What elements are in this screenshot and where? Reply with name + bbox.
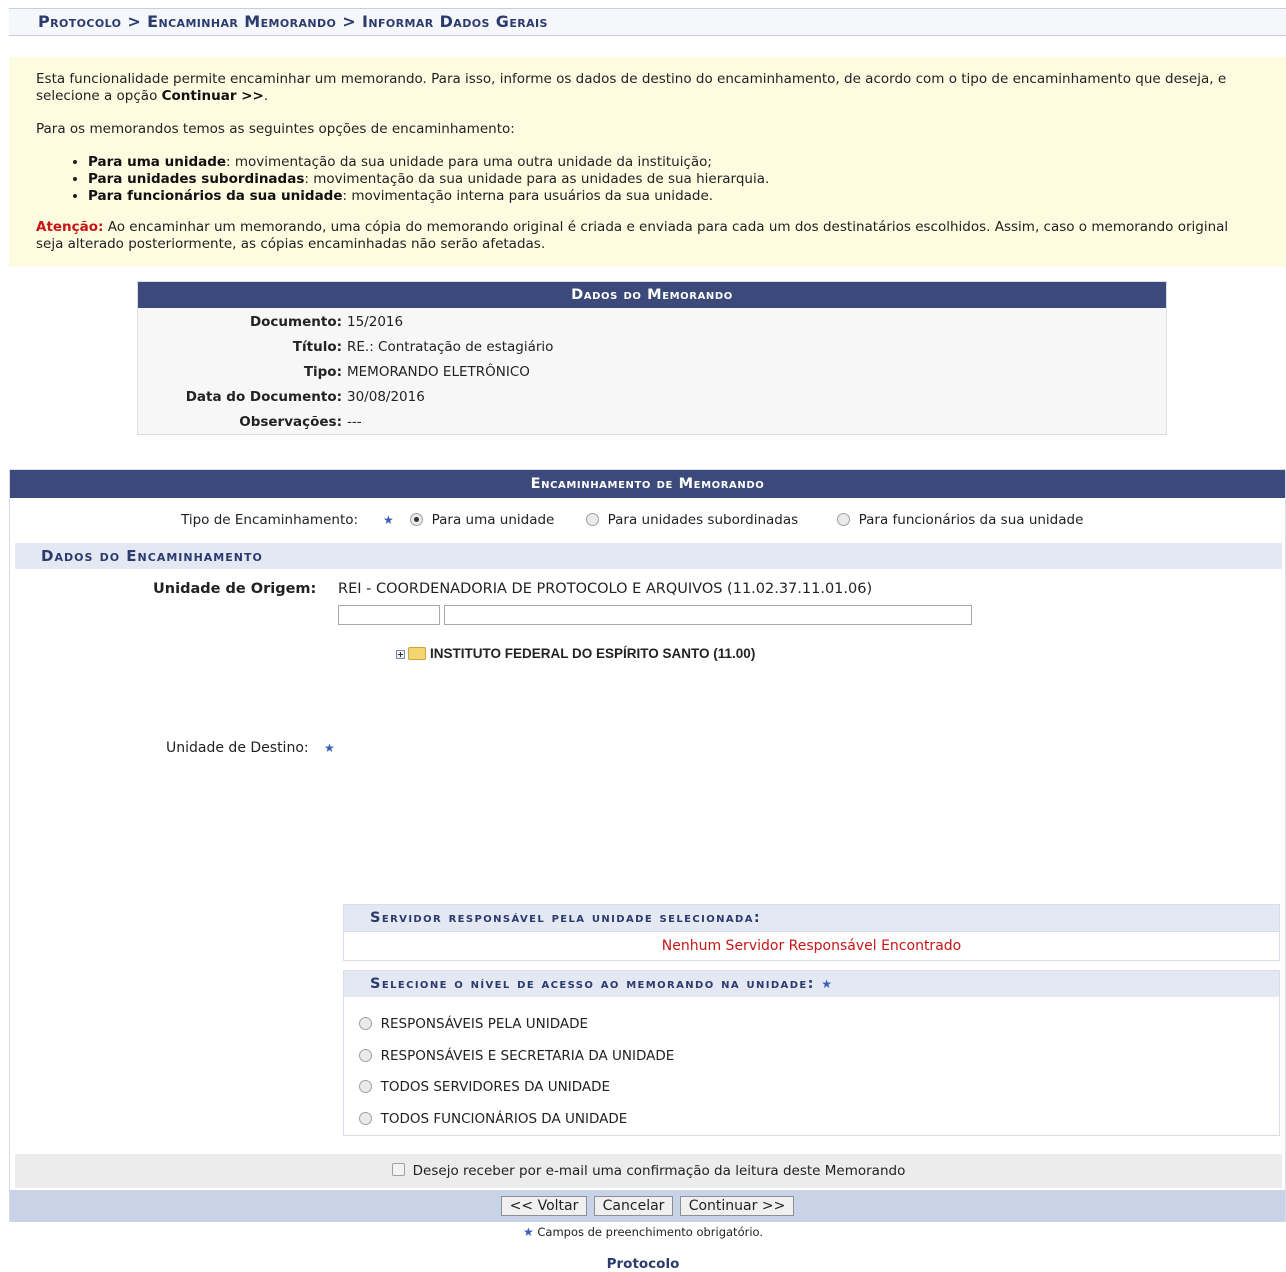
plus-icon[interactable] xyxy=(396,649,405,659)
tipo-label: Tipo de Encaminhamento: xyxy=(181,512,359,528)
radio-icon[interactable] xyxy=(359,1048,372,1062)
memo-field-documento: Documento: 15/2016 xyxy=(249,314,404,330)
radio-icon[interactable] xyxy=(359,1016,372,1030)
radio-icon[interactable] xyxy=(359,1079,372,1093)
email-confirmation-checkbox[interactable] xyxy=(391,1162,405,1176)
tipo-option-unidade[interactable]: Para uma unidade xyxy=(410,498,554,542)
voltar-button[interactable]: << Voltar xyxy=(500,1196,588,1216)
forward-form: Encaminhamento de Memorando Tipo de Enca… xyxy=(9,469,1286,1222)
tipo-option-subordinadas[interactable]: Para unidades subordinadas xyxy=(586,498,798,542)
warning-text: Atenção: Ao encaminhar um memorando, uma… xyxy=(36,219,1229,252)
nivel-option-funcionarios[interactable]: TODOS FUNCIONÁRIOS DA UNIDADE xyxy=(359,1109,627,1129)
radio-icon[interactable] xyxy=(359,1111,372,1125)
info-box: Esta funcionalidade permite encaminhar u… xyxy=(9,57,1286,267)
list-item: Para uma unidade: movimentação da sua un… xyxy=(88,154,1259,171)
unit-code-input[interactable] xyxy=(338,605,440,625)
radio-icon[interactable] xyxy=(586,512,599,526)
radio-icon[interactable] xyxy=(837,512,850,526)
list-item: Para unidades subordinadas: movimentação… xyxy=(88,171,1259,188)
options-list: Para uma unidade: movimentação da sua un… xyxy=(36,154,1259,205)
tipo-encaminhamento-row: Tipo de Encaminhamento: ★ Para uma unida… xyxy=(10,498,1285,542)
nivel-option-servidores[interactable]: TODOS SERVIDORES DA UNIDADE xyxy=(359,1077,610,1097)
continuar-button[interactable]: Continuar >> xyxy=(679,1196,795,1216)
origem-label: Unidade de Origem: xyxy=(153,581,317,597)
memo-field-data: Data do Documento: 30/08/2016 xyxy=(185,389,425,405)
tree-node-root[interactable]: INSTITUTO FEDERAL DO ESPÍRITO SANTO (11.… xyxy=(396,646,755,661)
options-title: Para os memorandos temos as seguintes op… xyxy=(36,121,515,137)
dados-encaminhamento-title: Dados do Encaminhamento xyxy=(15,543,1282,569)
star-icon: ★ xyxy=(324,741,335,755)
breadcrumb: Protocolo > Encaminhar Memorando > Infor… xyxy=(9,8,1286,36)
star-icon: ★ xyxy=(821,977,834,991)
servidor-title: Servidor responsável pela unidade seleci… xyxy=(344,905,1279,931)
servidor-panel: Servidor responsável pela unidade seleci… xyxy=(343,904,1280,961)
folder-icon xyxy=(408,646,426,660)
intro-text: Esta funcionalidade permite encaminhar u… xyxy=(36,71,1227,104)
nivel-acesso-title: Selecione o nível de acesso ao memorando… xyxy=(344,971,1279,997)
unit-name-input[interactable] xyxy=(444,605,972,625)
nivel-option-responsaveis-secretaria[interactable]: RESPONSÁVEIS E SECRETARIA DA UNIDADE xyxy=(359,1046,674,1066)
required-fields-note: ★ Campos de preenchimento obrigatório. xyxy=(522,1225,764,1239)
nivel-option-responsaveis[interactable]: RESPONSÁVEIS PELA UNIDADE xyxy=(359,1014,588,1034)
intro-continue-label: Continuar >> xyxy=(161,88,264,104)
star-icon: ★ xyxy=(383,513,394,527)
warning-label: Atenção: xyxy=(36,219,104,235)
tipo-option-funcionarios[interactable]: Para funcionários da sua unidade xyxy=(837,498,1083,542)
memo-field-titulo: Título: RE.: Contratação de estagiário xyxy=(292,339,554,355)
nivel-acesso-panel: Selecione o nível de acesso ao memorando… xyxy=(343,970,1280,1136)
memo-details-title: Dados do Memorando xyxy=(138,282,1166,308)
destino-label: Unidade de Destino: xyxy=(166,740,309,756)
cancelar-button[interactable]: Cancelar xyxy=(593,1196,674,1216)
list-item: Para funcionários da sua unidade: movime… xyxy=(88,188,1259,205)
memo-details-panel: Dados do Memorando Documento: 15/2016 Tít… xyxy=(137,281,1167,435)
origem-value: REI - COORDENADORIA DE PROTOCOLO E ARQUI… xyxy=(338,581,873,597)
button-bar: << Voltar Cancelar Continuar >> xyxy=(10,1190,1285,1222)
email-confirmation-row[interactable]: Desejo receber por e-mail uma confirmaçã… xyxy=(15,1154,1282,1188)
memo-field-tipo: Tipo: MEMORANDO ELETRÔNICO xyxy=(303,364,530,380)
star-icon: ★ xyxy=(522,1225,534,1239)
servidor-empty-message: Nenhum Servidor Responsável Encontrado xyxy=(344,931,1279,961)
forward-form-title: Encaminhamento de Memorando xyxy=(10,470,1285,498)
radio-icon[interactable] xyxy=(410,512,423,526)
memo-field-observacoes: Observações: --- xyxy=(239,414,362,430)
